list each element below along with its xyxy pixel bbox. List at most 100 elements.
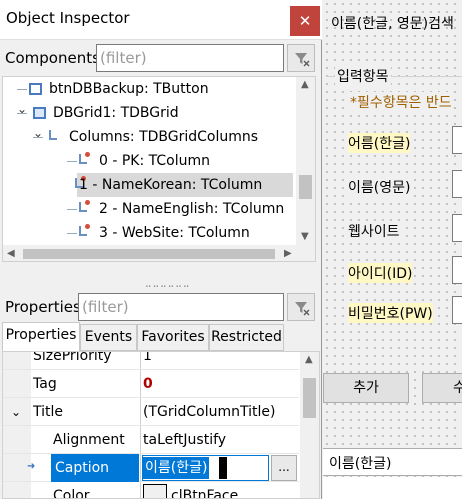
ellipsis-button[interactable]: ... xyxy=(271,455,297,481)
property-value[interactable]: 0 xyxy=(143,370,153,398)
caption-edit-input[interactable]: 이름(한글) xyxy=(142,455,269,481)
properties-filter-button[interactable] xyxy=(287,293,315,321)
add-button[interactable]: 추가 xyxy=(323,373,409,403)
tree-item[interactable]: 0 - PK: TColumn xyxy=(3,149,295,173)
property-name: Alignment xyxy=(53,432,125,448)
property-row-title[interactable]: ⌄ Title (TGridColumnTitle) xyxy=(3,398,299,426)
components-filter-input[interactable]: (filter) xyxy=(96,44,284,72)
tree-guide-line xyxy=(17,89,27,90)
property-value[interactable]: 1 xyxy=(143,352,152,370)
field-label-password: 비밀번호(PW) xyxy=(348,303,433,323)
property-value[interactable]: (TGridColumnTitle) xyxy=(143,398,275,426)
components-filter-button[interactable] xyxy=(287,44,315,72)
scroll-down-icon[interactable]: ▼ xyxy=(301,231,309,242)
property-value[interactable]: taLeftJustify xyxy=(143,426,226,454)
tree-item-label: btnDBBackup: TButton xyxy=(49,81,209,97)
tree-item-label: 3 - WebSite: TColumn xyxy=(99,225,250,241)
tab-events[interactable]: Events xyxy=(80,324,137,351)
collapse-chevron-icon[interactable]: ⌄ xyxy=(11,398,21,426)
id-input[interactable] xyxy=(452,256,462,284)
button-icon xyxy=(29,83,42,95)
tree-item-label: 0 - PK: TColumn xyxy=(99,153,210,169)
property-row-tag[interactable]: Tag 0 xyxy=(3,370,299,398)
column-marker xyxy=(85,152,90,157)
tree-item[interactable]: ⌄ DBGrid1: TDBGrid xyxy=(3,101,295,125)
tree-item-label: 1 - NameKorean: TColumn xyxy=(79,177,263,193)
column-icon xyxy=(79,200,90,212)
edit-button[interactable]: 수 xyxy=(422,373,462,403)
collection-icon xyxy=(49,130,57,140)
scroll-up-icon[interactable]: ▲ xyxy=(305,354,313,365)
data-grid-body[interactable] xyxy=(323,477,462,499)
scroll-up-icon[interactable]: ▲ xyxy=(301,79,309,90)
scroll-left-icon[interactable]: ◀ xyxy=(7,248,15,259)
name-english-input[interactable] xyxy=(452,170,462,198)
grid-vertical-thumb[interactable] xyxy=(303,378,316,418)
column-icon xyxy=(79,224,90,236)
property-row-alignment[interactable]: Alignment taLeftJustify xyxy=(3,426,299,454)
required-note: *필수항목은 반드 xyxy=(350,92,452,112)
tree-item-label: DBGrid1: TDBGrid xyxy=(53,105,179,121)
tree-vertical-thumb[interactable] xyxy=(299,175,312,199)
property-value[interactable]: clBtnFace xyxy=(171,482,238,498)
tree-item[interactable]: btnDBBackup: TButton xyxy=(3,77,295,101)
password-input[interactable] xyxy=(452,296,462,324)
column-marker xyxy=(85,200,90,205)
properties-filter-input[interactable]: (filter) xyxy=(78,293,284,321)
color-swatch[interactable] xyxy=(143,484,167,498)
title-bar: Object Inspector ✕ xyxy=(0,0,322,40)
properties-label: Properties xyxy=(5,298,81,316)
filter-icon xyxy=(295,53,310,67)
tree-guide-line xyxy=(67,209,77,210)
data-grid-header: 이름(한글) xyxy=(323,448,462,476)
splitter-grip-icon[interactable]: ⠒⠒⠒⠒⠒⠒ xyxy=(145,283,191,293)
property-name: Tag xyxy=(33,376,57,392)
tree-guide-line xyxy=(67,161,77,162)
tab-favorites[interactable]: Favorites xyxy=(137,324,209,351)
close-button[interactable]: ✕ xyxy=(290,6,320,36)
property-row-sizepriority[interactable]: SizePriority 1 xyxy=(3,351,299,370)
tree-horizontal-scrollbar[interactable]: ◀ ▶ xyxy=(3,245,315,261)
tree-item[interactable]: ⌄ Columns: TDBGridColumns xyxy=(3,125,295,149)
field-label-id: 아이디(ID) xyxy=(348,263,413,283)
name-korean-input[interactable] xyxy=(452,126,462,154)
tab-restricted[interactable]: Restricted xyxy=(209,324,284,351)
grid-column-header[interactable]: 이름(한글) xyxy=(329,453,391,473)
component-tree[interactable]: btnDBBackup: TButton ⌄ DBGrid1: TDBGrid ⌄ Co… xyxy=(2,76,316,262)
tree-guide-line xyxy=(67,233,77,234)
column-marker xyxy=(85,224,90,229)
tree-item-label: 2 - NameEnglish: TColumn xyxy=(99,201,285,217)
tree-item[interactable]: 2 - NameEnglish: TColumn xyxy=(3,197,295,221)
column-icon xyxy=(79,152,90,164)
tab-properties[interactable]: Properties xyxy=(2,322,80,352)
field-label-name-english: 이름(영문) xyxy=(348,177,411,197)
filter-icon xyxy=(295,302,310,316)
website-input[interactable] xyxy=(452,214,462,242)
expand-chevron-icon[interactable]: ⌄ xyxy=(17,97,27,121)
property-grid[interactable]: SizePriority 1 Tag 0 ⌄ Title (TGridColum… xyxy=(2,351,320,499)
property-name: Title xyxy=(33,404,64,420)
tree-item[interactable]: 1 - NameKorean: TColumn xyxy=(75,173,293,197)
property-row-color[interactable]: Color clBtnFace xyxy=(3,482,299,499)
caption-edit-text: 이름(한글) xyxy=(143,457,210,479)
property-name: Color xyxy=(53,488,90,499)
search-label: 이름(한글, 영문)검색 xyxy=(331,16,454,32)
window-title: Object Inspector xyxy=(6,9,130,27)
grid-vertical-scrollbar[interactable]: ▲ xyxy=(300,352,319,498)
object-inspector-window: Object Inspector ✕ Components (filter) b… xyxy=(0,0,322,499)
field-label-name-korean: 어름(한글) xyxy=(348,133,411,153)
tree-item[interactable]: 3 - WebSite: TColumn xyxy=(3,221,295,245)
expand-chevron-icon[interactable]: ⌄ xyxy=(33,121,43,145)
text-cursor xyxy=(219,457,227,479)
components-label: Components xyxy=(5,49,100,67)
current-row-arrow-icon: ➜ xyxy=(27,461,36,472)
tree-vertical-scrollbar[interactable]: ▲ ▼ xyxy=(296,77,315,245)
group-title: 입력항목 xyxy=(335,66,391,86)
tree-item-label: Columns: TDBGridColumns xyxy=(69,129,259,145)
field-label-website: 웹사이트 xyxy=(348,221,400,241)
property-name: Caption xyxy=(55,460,110,476)
scroll-right-icon[interactable]: ▶ xyxy=(284,248,292,259)
property-name: SizePriority xyxy=(33,351,112,364)
tree-horizontal-thumb[interactable] xyxy=(23,249,275,259)
property-row-caption[interactable]: ➜ Caption 이름(한글) ... xyxy=(3,454,299,482)
